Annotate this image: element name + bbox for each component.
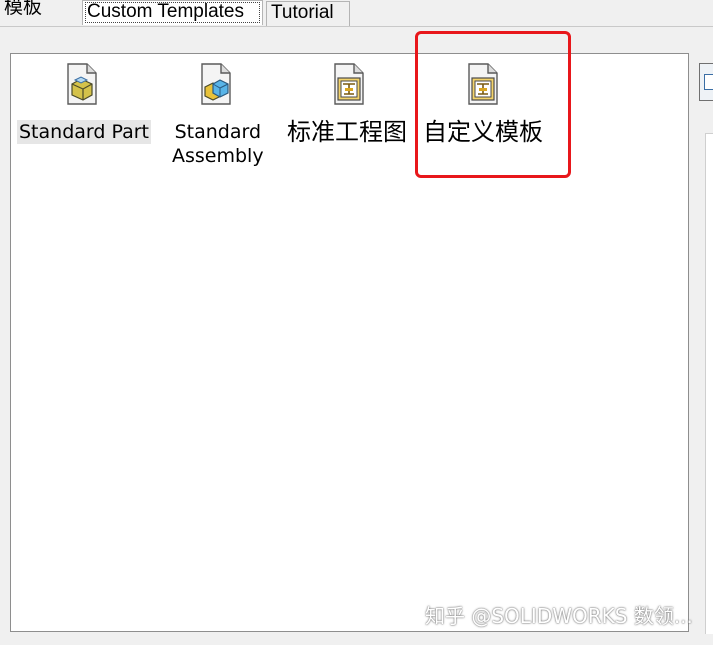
template-label: Standard Assembly (172, 121, 264, 167)
drawing-document-icon (334, 63, 364, 105)
watermark: 知乎 @SOLIDWORKS 数领... (425, 604, 693, 628)
tab-templates[interactable]: 模板 (0, 0, 46, 22)
tab-tutorial-label: Tutorial (271, 2, 334, 23)
template-item-standard-drawing[interactable]: 标准工程图 (287, 60, 417, 150)
tab-templates-label: 模板 (4, 0, 43, 18)
template-label: 标准工程图 (287, 118, 407, 146)
preview-pane (705, 133, 713, 634)
preview-icon (704, 74, 713, 90)
part-document-icon (67, 63, 97, 105)
template-label: Standard Part (17, 120, 151, 144)
template-item-standard-part[interactable]: Standard Part (17, 60, 151, 150)
template-item-standard-assembly[interactable]: Standard Assembly (166, 60, 276, 170)
tab-custom-templates[interactable]: Custom Templates (82, 0, 263, 25)
assembly-document-icon (201, 63, 231, 105)
tab-strip-baseline (0, 26, 713, 27)
focus-rectangle (85, 2, 260, 23)
template-list-panel[interactable]: Standard Part Standard Assembly 标准工程图 自定… (10, 53, 689, 632)
annotation-highlight-box (415, 31, 571, 178)
tab-tutorial[interactable]: Tutorial (266, 1, 350, 26)
preview-toggle-button[interactable] (699, 63, 713, 101)
